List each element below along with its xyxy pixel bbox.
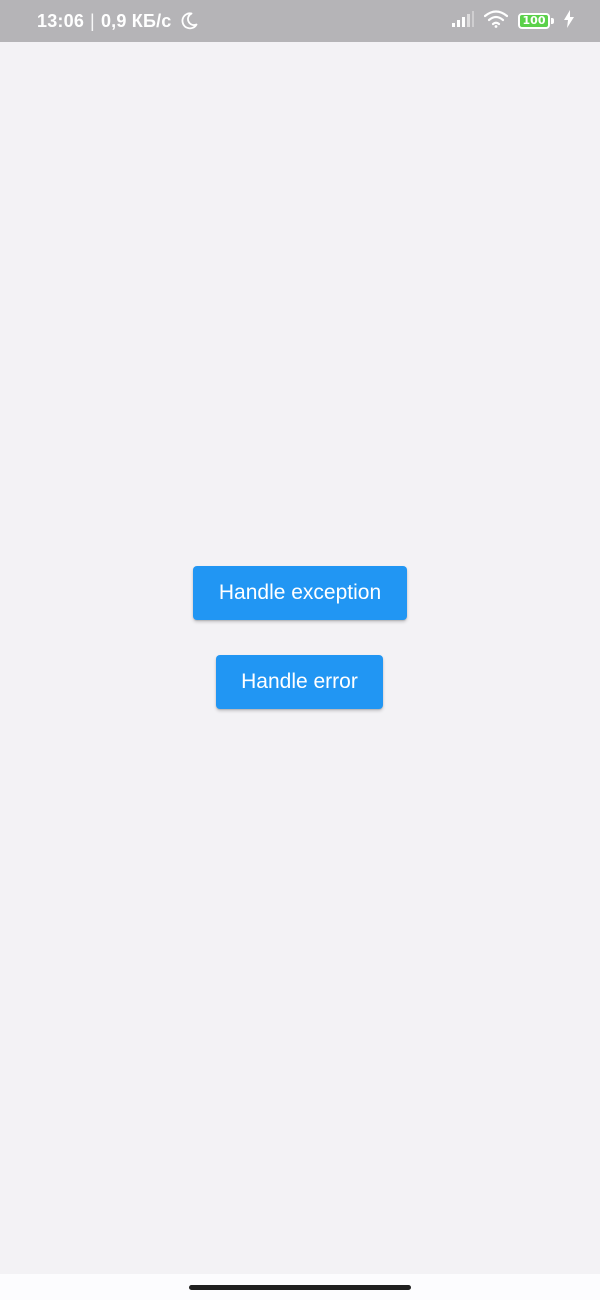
status-bar: 13:06 | 0,9 КБ/с 100 xyxy=(0,0,600,42)
gesture-handle[interactable] xyxy=(189,1285,411,1290)
main-content: Handle exception Handle error xyxy=(0,42,600,1274)
status-left: 13:06 | 0,9 КБ/с xyxy=(37,0,198,42)
handle-exception-button[interactable]: Handle exception xyxy=(193,566,407,620)
signal-icon xyxy=(452,10,474,32)
network-speed: 0,9 КБ/с xyxy=(100,10,172,31)
battery-cap xyxy=(551,18,554,24)
moon-icon xyxy=(180,12,198,30)
navigation-bar xyxy=(0,1274,600,1300)
status-separator: | xyxy=(90,10,95,31)
charging-icon xyxy=(564,9,574,33)
battery-icon: 100 xyxy=(518,13,554,29)
battery-level: 100 xyxy=(522,14,546,27)
status-time: 13:06 xyxy=(37,10,85,31)
wifi-icon xyxy=(483,9,509,33)
status-right: 100 xyxy=(452,0,574,42)
handle-error-button[interactable]: Handle error xyxy=(216,655,383,709)
